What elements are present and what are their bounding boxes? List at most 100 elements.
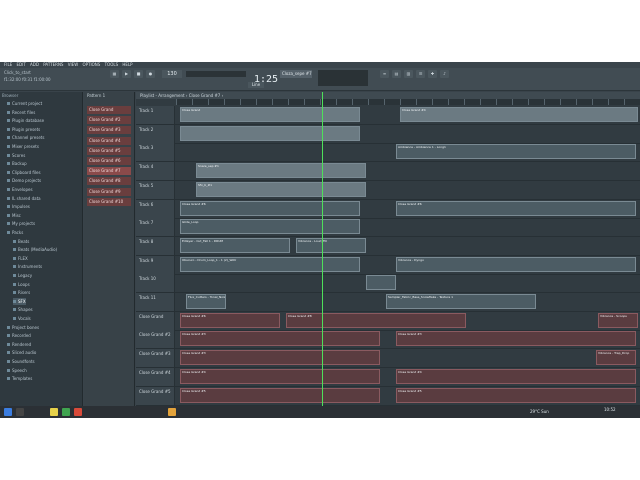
- pattern-item[interactable]: Close Grand #4: [87, 136, 131, 145]
- track-header[interactable]: Close Grand #2: [136, 330, 175, 349]
- browser-item[interactable]: Speech: [7, 367, 27, 374]
- browser-item[interactable]: FLEX: [13, 255, 28, 262]
- track-header[interactable]: Track 3: [136, 143, 175, 162]
- stop-button[interactable]: ■: [134, 70, 143, 78]
- browser-item[interactable]: Mixer presets: [7, 143, 39, 150]
- track-header[interactable]: Close Grand #3: [136, 349, 175, 368]
- browser-item[interactable]: Channel presets: [7, 134, 44, 141]
- playlist-clip[interactable]: Vibrance - Scoops: [598, 312, 638, 328]
- track-header[interactable]: Track 4: [136, 162, 175, 181]
- track-header[interactable]: Track 9: [136, 255, 175, 274]
- playlist-clip[interactable]: Close Grand #3: [180, 331, 380, 347]
- track-header[interactable]: Track 7: [136, 218, 175, 237]
- track-header[interactable]: Track 1: [136, 106, 175, 124]
- snap-mode-select[interactable]: Line: [248, 82, 264, 88]
- pattern-item[interactable]: Close Grand #10: [87, 197, 131, 206]
- pattern-selector[interactable]: Cloza_sepe #7: [280, 70, 312, 78]
- browser-item[interactable]: Backup: [7, 160, 27, 167]
- master-pitch[interactable]: [186, 71, 246, 77]
- playlist-clip[interactable]: Sampler_Fabric_Bass_Snowflake - Texture …: [386, 294, 536, 309]
- chrome-icon[interactable]: [74, 408, 82, 416]
- browser-item[interactable]: Misc: [7, 212, 21, 219]
- browser-item[interactable]: Shapes: [13, 306, 33, 313]
- browser-item[interactable]: Beats: [13, 238, 29, 245]
- browser-item[interactable]: Clipboard files: [7, 169, 41, 176]
- playlist-clip[interactable]: Vibrance - Dyngo: [396, 256, 636, 272]
- browser-item[interactable]: Impulses: [7, 203, 30, 210]
- browser-item[interactable]: Packs: [7, 229, 23, 236]
- playlist-clip[interactable]: Vibrance - Trap_Drop: [596, 350, 636, 366]
- pattern-item[interactable]: Close Grand #9: [87, 187, 131, 196]
- playlist-clip[interactable]: Close Grand #4: [180, 368, 380, 384]
- browser-item[interactable]: Demo projects: [7, 177, 41, 184]
- playlist-clip[interactable]: Close Grand #4: [400, 107, 638, 122]
- playlist-clip[interactable]: [180, 125, 360, 141]
- browser-item[interactable]: Beats (MediaAudio): [13, 246, 57, 253]
- playlist-clip[interactable]: Close Grand: [180, 107, 360, 122]
- playlist-clip[interactable]: Close Grand #5: [180, 387, 380, 403]
- playlist-clip[interactable]: Close Grand #4: [396, 368, 636, 384]
- file-explorer-icon[interactable]: [50, 408, 58, 416]
- playlist-clip[interactable]: Vibrance - Loud_Fill: [296, 237, 366, 253]
- browser-icon[interactable]: ☰: [416, 70, 425, 78]
- track-header[interactable]: Track 11: [136, 293, 175, 311]
- browser-item[interactable]: IL shared data: [7, 195, 41, 202]
- piano-roll-icon[interactable]: ▤: [392, 70, 401, 78]
- browser-item[interactable]: Sliced audio: [7, 349, 36, 356]
- browser-app-icon[interactable]: [62, 408, 70, 416]
- browser-item[interactable]: Legacy: [13, 272, 32, 279]
- playlist-clip[interactable]: Ambience - Ambience 1 - Long1: [396, 144, 636, 160]
- mixer-icon[interactable]: ≡: [380, 70, 389, 78]
- track-header[interactable]: Close Grand #5: [136, 386, 175, 405]
- browser-item[interactable]: SFX: [13, 297, 26, 305]
- playlist-clip[interactable]: Obscuro - Drum_Loop_1 - 1 (2)_WAV: [180, 256, 360, 272]
- record-button[interactable]: ●: [146, 70, 155, 78]
- playlist-clip[interactable]: Close Grand #3: [180, 350, 380, 366]
- pattern-item[interactable]: Close Grand #2: [87, 116, 131, 125]
- browser-item[interactable]: Recorded: [7, 332, 31, 339]
- playlist-clip[interactable]: Edlayer - Cut_Fall 1 - DRUM: [180, 237, 290, 253]
- playlist-clip[interactable]: Sfx_b_#1: [196, 181, 366, 197]
- pattern-song-toggle-button[interactable]: ▦: [110, 70, 119, 78]
- pattern-item[interactable]: Close Grand #8: [87, 177, 131, 186]
- track-header[interactable]: Track 10: [136, 274, 175, 293]
- browser-item[interactable]: Loops: [13, 281, 30, 288]
- playlist-clip[interactable]: [366, 275, 396, 291]
- playlist-clip[interactable]: Close Grand #6: [396, 200, 636, 216]
- tempo-tapper-icon[interactable]: ♪: [440, 70, 449, 78]
- playlist-clip[interactable]: Close Grand #5: [396, 387, 636, 403]
- pattern-item[interactable]: Close Grand #7: [87, 167, 131, 176]
- browser-item[interactable]: Vocals: [13, 315, 31, 322]
- channel-rack-icon[interactable]: ▥: [404, 70, 413, 78]
- playlist-clip[interactable]: Flux_Cutters - Tonal_Noise: [186, 294, 226, 309]
- browser-item[interactable]: Plugin presets: [7, 126, 40, 133]
- playlist-clip[interactable]: Glide_Loop: [180, 219, 360, 235]
- playlist-clip[interactable]: Close Grand #3: [396, 331, 636, 347]
- pattern-item[interactable]: Close Grand #3: [87, 126, 131, 135]
- browser-item[interactable]: Scores: [7, 152, 25, 159]
- windows-start-icon[interactable]: [4, 408, 12, 416]
- pattern-item[interactable]: Close Grand #6: [87, 157, 131, 165]
- track-header[interactable]: Close Grand: [136, 311, 175, 330]
- browser-item[interactable]: Soundfonts: [7, 358, 35, 365]
- timeline-ruler[interactable]: [176, 99, 640, 105]
- browser-item[interactable]: Plugin database: [7, 117, 44, 124]
- browser-item[interactable]: My projects: [7, 220, 35, 227]
- playlist-clip[interactable]: Close Grand #6: [180, 312, 280, 328]
- track-header[interactable]: Track 6: [136, 199, 175, 218]
- track-header[interactable]: Track 5: [136, 180, 175, 199]
- playlist-clip[interactable]: Close Grand #6: [180, 200, 360, 216]
- track-header[interactable]: Track 2: [136, 124, 175, 143]
- tempo-box[interactable]: 130: [162, 70, 182, 78]
- play-button[interactable]: ▶: [122, 70, 131, 78]
- track-header[interactable]: Track 8: [136, 236, 175, 255]
- browser-item[interactable]: Instruments: [13, 263, 42, 270]
- playlist-clip[interactable]: Close Grand #8: [286, 312, 466, 328]
- track-header[interactable]: Close Grand #4: [136, 367, 175, 386]
- pattern-item[interactable]: Close Grand #5: [87, 146, 131, 155]
- browser-item[interactable]: Recent files: [7, 109, 35, 116]
- playhead-marker[interactable]: [322, 92, 323, 406]
- search-icon[interactable]: [16, 408, 24, 416]
- browser-item[interactable]: Envelopes: [7, 186, 33, 193]
- fl-studio-taskbar-icon[interactable]: [168, 408, 176, 416]
